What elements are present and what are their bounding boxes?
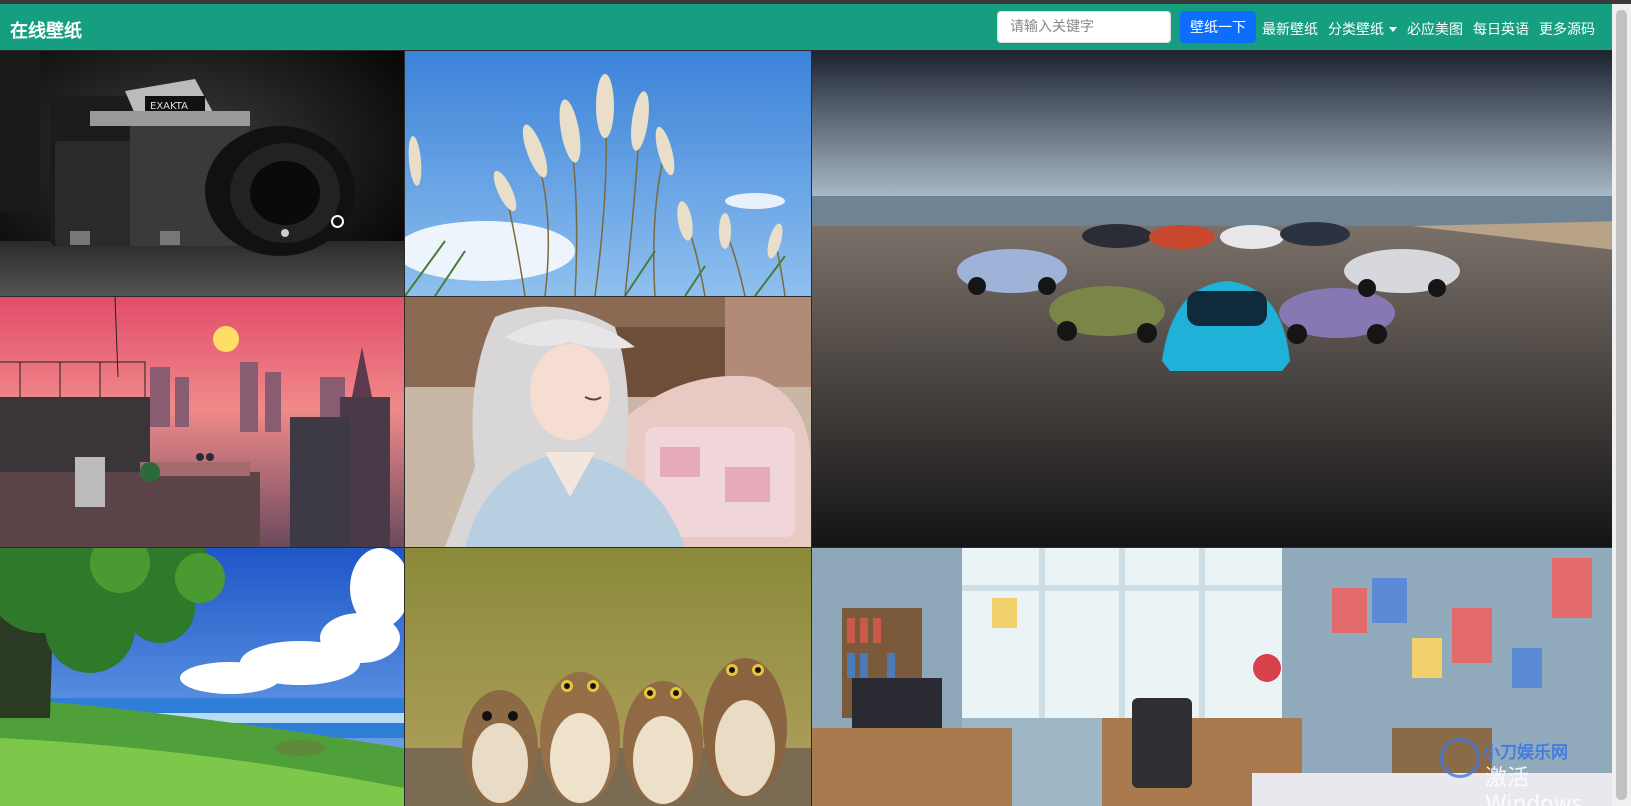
chevron-down-icon (1389, 26, 1397, 32)
girl-wallpaper[interactable] (405, 297, 811, 547)
field-wallpaper[interactable] (0, 548, 404, 806)
page: 在线壁纸 壁纸一下 最新壁纸 分类壁纸 必应美图 每日英语 更多源码 EXAKT… (0, 0, 1631, 806)
grass-wallpaper[interactable] (405, 51, 811, 296)
girl-image (405, 297, 811, 547)
watermark-activate-text: 激活 Windows (1485, 766, 1584, 806)
camera-image: EXAKTA (0, 51, 404, 296)
camera-wallpaper[interactable]: EXAKTA (0, 51, 404, 296)
scrollbar-thumb[interactable] (1616, 10, 1627, 800)
search-input[interactable] (997, 11, 1171, 43)
grass-image (405, 51, 811, 296)
city-wallpaper[interactable] (0, 297, 404, 547)
cars-wallpaper[interactable] (812, 51, 1624, 547)
cars-image (812, 51, 1624, 547)
site-brand[interactable]: 在线壁纸 (10, 17, 82, 43)
nav-link-latest[interactable]: 最新壁纸 (1262, 19, 1318, 39)
nav-link-category-label: 分类壁纸 (1328, 22, 1384, 38)
nav-links: 最新壁纸 分类壁纸 必应美图 每日英语 更多源码 (1262, 19, 1605, 39)
mouse-cursor-icon (331, 215, 344, 228)
camera-brand-text: EXAKTA (150, 101, 188, 112)
nav-link-category[interactable]: 分类壁纸 (1328, 19, 1397, 39)
owls-image (405, 548, 811, 806)
nav-link-english[interactable]: 每日英语 (1473, 19, 1529, 39)
city-image (0, 297, 404, 547)
field-image (0, 548, 404, 806)
owls-wallpaper[interactable] (405, 548, 811, 806)
nav-link-bing[interactable]: 必应美图 (1407, 19, 1463, 39)
navbar: 在线壁纸 壁纸一下 最新壁纸 分类壁纸 必应美图 每日英语 更多源码 (0, 4, 1612, 50)
search-button[interactable]: 壁纸一下 (1180, 11, 1256, 43)
watermark-logo-icon (1440, 738, 1480, 778)
nav-link-more[interactable]: 更多源码 (1539, 19, 1595, 39)
